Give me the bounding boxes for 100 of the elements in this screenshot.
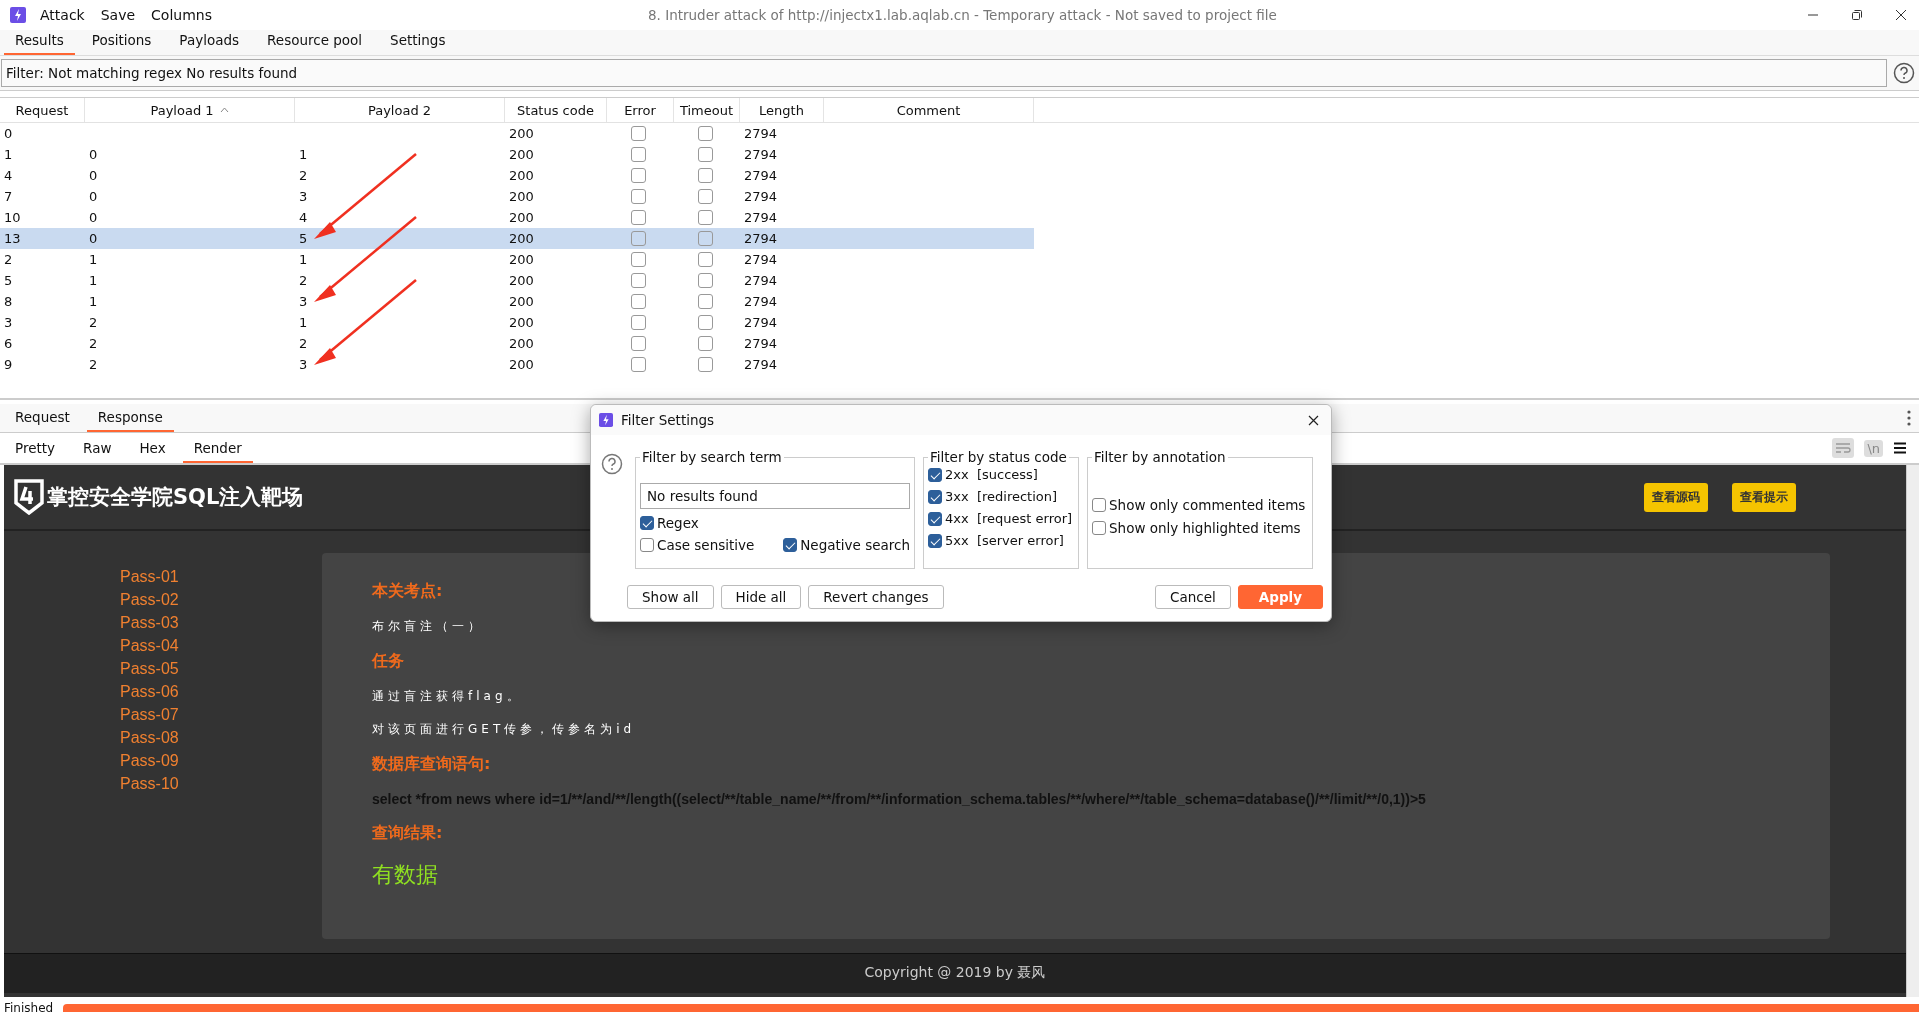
nav-link[interactable]: Pass-04 xyxy=(120,634,322,657)
close-icon[interactable] xyxy=(1308,414,1319,426)
checkbox-option[interactable]: 4xx [request error] xyxy=(928,511,1074,526)
column-header[interactable]: Payload 2 xyxy=(295,98,505,122)
checkbox-option[interactable]: Negative search xyxy=(783,537,910,553)
window-title: 8. Intruder attack of http://injectx1.lab.aqlab.cn - Temporary attack - Not saved to project file xyxy=(648,7,1277,23)
checkbox-option[interactable]: Show only highlighted items xyxy=(1092,520,1308,536)
more-options-icon[interactable] xyxy=(1907,410,1911,426)
filter-bar[interactable]: Filter: Not matching regex No results found xyxy=(1,59,1887,87)
checkbox[interactable] xyxy=(928,467,942,482)
checkbox[interactable] xyxy=(783,538,798,552)
column-header[interactable]: Status code xyxy=(505,98,607,122)
checkbox-option[interactable]: Show only commented items xyxy=(1092,497,1308,513)
table-row[interactable]: 3 2 1 200 2794 xyxy=(0,312,1919,333)
nav-link[interactable]: Pass-10 xyxy=(120,772,322,795)
nav-link[interactable]: Pass-08 xyxy=(120,726,322,749)
nav-link[interactable]: Pass-01 xyxy=(120,565,322,588)
nav-link[interactable]: Pass-02 xyxy=(120,588,322,611)
section-heading: 本关考点: xyxy=(372,581,443,602)
tab[interactable]: Raw xyxy=(72,440,123,463)
column-header[interactable]: Comment xyxy=(824,98,1034,122)
column-header[interactable]: Length xyxy=(740,98,824,122)
checkbox-option[interactable]: 3xx [redirection] xyxy=(928,489,1074,504)
table-row[interactable]: 4 0 2 200 2794 xyxy=(0,165,1919,186)
header-button[interactable]: 查看源码 xyxy=(1644,482,1708,512)
table-row[interactable]: 1 0 1 200 2794 xyxy=(0,144,1919,165)
tab[interactable]: Request xyxy=(4,409,81,432)
dialog-button[interactable]: Show all xyxy=(627,585,714,609)
restore-icon[interactable] xyxy=(1851,9,1863,21)
table-cell: 200 xyxy=(509,357,534,372)
table-row[interactable]: 8 1 3 200 2794 xyxy=(0,291,1919,312)
body-text: 通过盲注获得flag。 xyxy=(372,688,523,705)
tab[interactable]: Response xyxy=(86,409,174,432)
column-header[interactable]: Error xyxy=(607,98,674,122)
table-row[interactable]: 7 0 3 200 2794 xyxy=(0,186,1919,207)
menu-item[interactable]: Attack xyxy=(40,7,85,23)
tab[interactable]: Render xyxy=(182,440,253,463)
help-icon[interactable] xyxy=(601,453,623,475)
table-cell: 5 xyxy=(299,231,308,246)
tab[interactable]: Payloads xyxy=(168,32,251,55)
menu-icon[interactable] xyxy=(1893,442,1907,454)
search-field[interactable]: No results found xyxy=(640,483,910,509)
group-legend: Filter by annotation xyxy=(1092,449,1228,465)
dialog-title: Filter Settings xyxy=(621,412,715,428)
column-header[interactable]: Timeout xyxy=(674,98,740,122)
sort-caret-icon[interactable] xyxy=(219,107,229,113)
nav-link[interactable]: Pass-07 xyxy=(120,703,322,726)
table-row[interactable]: 2 1 1 200 2794 xyxy=(0,249,1919,270)
table-cell: 2 xyxy=(299,273,308,288)
checkbox[interactable] xyxy=(640,516,654,530)
checkbox[interactable] xyxy=(1092,498,1106,512)
checkbox[interactable] xyxy=(640,538,654,552)
checkbox[interactable] xyxy=(928,533,942,548)
checkbox[interactable] xyxy=(1092,521,1106,535)
scrollbar[interactable] xyxy=(1906,465,1919,997)
tab[interactable]: Settings xyxy=(379,32,457,55)
table-cell: 2794 xyxy=(744,147,778,162)
checkbox[interactable] xyxy=(928,489,942,504)
dialog-button[interactable]: Revert changes xyxy=(808,585,944,609)
table-cell: 13 xyxy=(4,231,21,246)
table-cell: 2 xyxy=(299,168,308,183)
nav-link[interactable]: Pass-03 xyxy=(120,611,322,634)
group-legend: Filter by search term xyxy=(640,449,784,465)
column-header[interactable]: Request xyxy=(0,98,85,122)
column-header[interactable]: Payload 1 xyxy=(85,98,295,122)
nav-link[interactable]: Pass-09 xyxy=(120,749,322,772)
table-cell: 0 xyxy=(89,210,98,225)
help-icon[interactable] xyxy=(1893,62,1915,84)
checkbox-option[interactable]: 2xx [success] xyxy=(928,467,1074,482)
table-cell: 2794 xyxy=(744,210,778,225)
table-cell: 200 xyxy=(509,231,534,246)
tab[interactable]: Pretty xyxy=(4,440,67,463)
table-cell: 200 xyxy=(509,336,534,351)
table-row[interactable]: 10 0 4 200 2794 xyxy=(0,207,1919,228)
checkbox-option[interactable]: Regex xyxy=(640,515,910,531)
checkbox-option[interactable]: Case sensitive xyxy=(640,537,769,553)
checkbox[interactable] xyxy=(928,511,942,526)
checkbox-option[interactable]: 5xx [server error] xyxy=(928,533,1074,548)
body-text: 对该页面进行GET传参，传参名为id xyxy=(372,721,636,738)
tab[interactable]: Hex xyxy=(128,440,177,463)
table-row[interactable]: 9 2 3 200 2794 xyxy=(0,354,1919,375)
tab[interactable]: Resource pool xyxy=(256,32,374,55)
table-row[interactable]: 5 1 2 200 2794 xyxy=(0,270,1919,291)
nav-link[interactable]: Pass-05 xyxy=(120,657,322,680)
table-cell: 200 xyxy=(509,315,534,330)
table-cell: 2 xyxy=(299,336,308,351)
menu-item[interactable]: Columns xyxy=(151,7,212,23)
dialog-button[interactable]: Cancel xyxy=(1155,585,1231,609)
table-row[interactable]: 13 0 5 200 2794 xyxy=(0,228,1034,249)
close-icon[interactable] xyxy=(1895,9,1907,21)
dialog-button[interactable]: Hide all xyxy=(720,585,802,609)
table-cell: 2 xyxy=(89,336,98,351)
app-logo-icon xyxy=(10,7,26,23)
table-row[interactable]: 6 2 2 200 2794 xyxy=(0,333,1919,354)
section-heading: 查询结果: xyxy=(372,823,443,844)
nav-link[interactable]: Pass-06 xyxy=(120,680,322,703)
header-button[interactable]: 查看提示 xyxy=(1732,482,1796,512)
menu-item[interactable]: Save xyxy=(100,7,136,23)
tab[interactable]: Positions xyxy=(80,32,163,55)
table-row[interactable]: 0 200 2794 xyxy=(0,123,1919,144)
